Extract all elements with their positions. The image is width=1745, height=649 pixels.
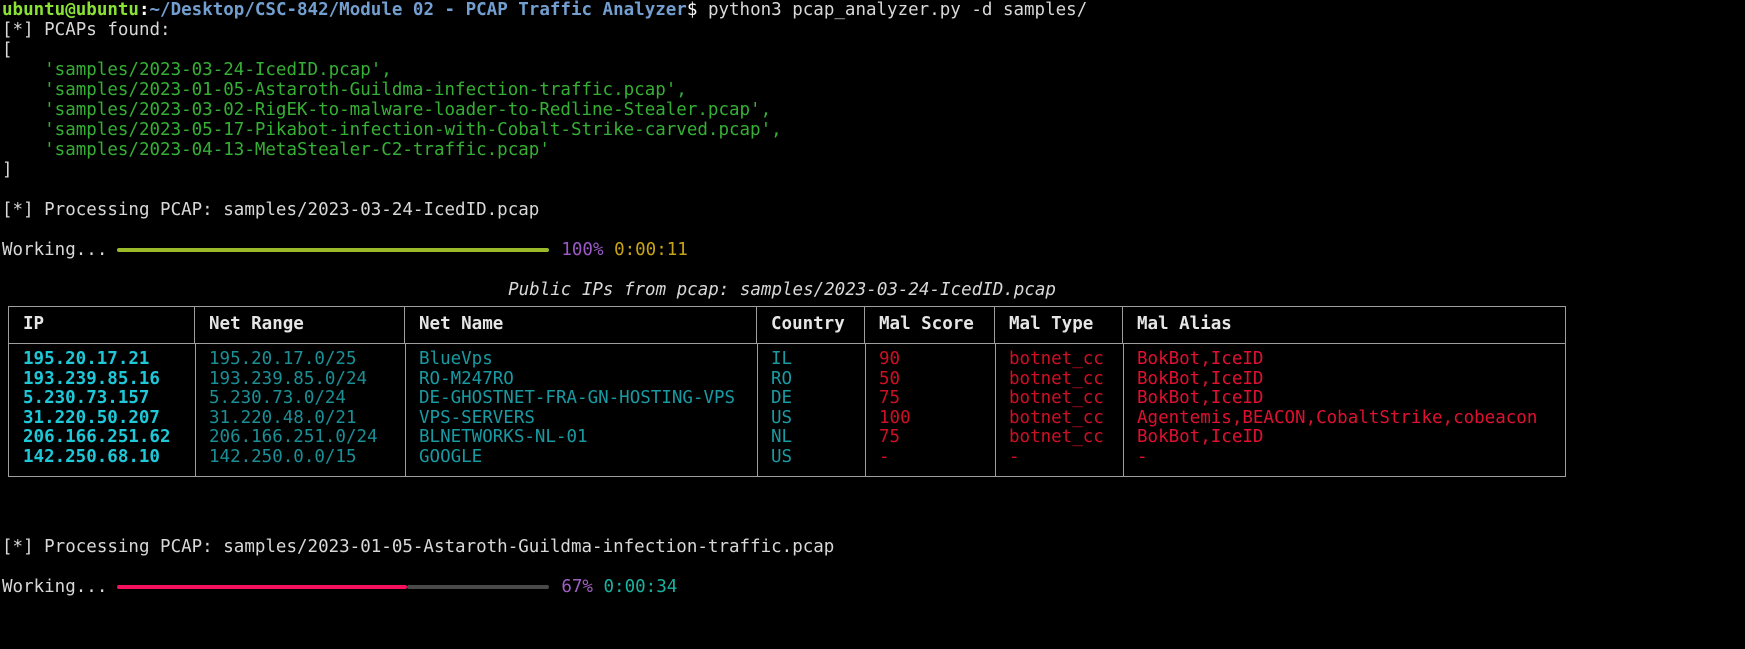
cell-ip: 193.239.85.16 bbox=[23, 369, 160, 389]
cell-mal-type: botnet_cc bbox=[1009, 428, 1104, 448]
cell-mal-type: botnet_cc bbox=[1009, 369, 1104, 389]
table-row: 5.230.73.157 5.230.73.0/24 DE-GHOSTNET-FRA… bbox=[9, 389, 1565, 409]
cell-ip: 5.230.73.157 bbox=[23, 389, 150, 409]
pcap-file-item: 'samples/2023-03-24-IcedID.pcap', bbox=[2, 60, 392, 80]
progress-bar-1 bbox=[117, 240, 550, 260]
cell-country: US bbox=[771, 447, 793, 467]
list-close-bracket: ] bbox=[2, 160, 13, 180]
pcap-file-item: 'samples/2023-01-05-Astaroth-Guildma-inf… bbox=[2, 80, 687, 100]
column-header-net-name: Net Name bbox=[405, 307, 757, 343]
progress-label-1: Working... bbox=[2, 240, 108, 260]
cell-mal-score: 100 bbox=[879, 408, 911, 428]
cell-mal-score: 50 bbox=[879, 369, 901, 389]
cell-net-range: 195.20.17.0/25 bbox=[209, 350, 357, 369]
cell-mal-alias: - bbox=[1137, 447, 1148, 467]
progress-row-2: Working... 67% 0:00:34 bbox=[2, 577, 1745, 597]
cell-country: DE bbox=[771, 389, 793, 409]
cell-net-name: GOOGLE bbox=[419, 447, 483, 467]
pcap-file-item: 'samples/2023-03-02-RigEK-to-malware-loa… bbox=[2, 100, 772, 120]
cell-net-name: DE-GHOSTNET-FRA-GN-HOSTING-VPS bbox=[419, 389, 736, 409]
cell-net-range: 193.239.85.0/24 bbox=[209, 369, 368, 389]
prompt-user-host: ubuntu@ubuntu bbox=[2, 0, 139, 20]
cell-mal-alias: BokBot,IceID bbox=[1137, 350, 1264, 369]
progress-elapsed-2: 0:00:34 bbox=[603, 576, 678, 597]
table-header-row: IP Net Range Net Name Country Mal Score … bbox=[9, 307, 1565, 344]
column-header-ip: IP bbox=[9, 307, 195, 343]
list-open-bracket: [ bbox=[2, 40, 13, 60]
table-column-divider bbox=[1123, 344, 1124, 476]
progress-row-1: Working... 100% 0:00:11 bbox=[2, 240, 1745, 260]
table-body: 195.20.17.21 195.20.17.0/25 BlueVps IL 90 bot… bbox=[9, 344, 1565, 476]
table-column-divider bbox=[405, 344, 406, 476]
table-column-divider bbox=[995, 344, 996, 476]
table-row: 195.20.17.21 195.20.17.0/25 BlueVps IL 90 bot… bbox=[9, 350, 1565, 370]
pcap-file-item: 'samples/2023-05-17-Pikabot-infection-wi… bbox=[2, 120, 782, 140]
cell-mal-alias: BokBot,IceID bbox=[1137, 428, 1264, 448]
cell-net-name: RO-M247RO bbox=[419, 369, 514, 389]
cell-mal-score: 90 bbox=[879, 350, 901, 369]
cell-ip: 31.220.50.207 bbox=[23, 408, 160, 428]
cell-ip: 206.166.251.62 bbox=[23, 428, 171, 448]
pcaps-found-header: [*] PCAPs found: bbox=[2, 20, 171, 40]
terminal-window[interactable]: ubuntu@ubuntu:~/Desktop/CSC-842/Module 0… bbox=[0, 0, 1745, 597]
cell-country: US bbox=[771, 408, 793, 428]
column-header-country: Country bbox=[757, 307, 865, 343]
column-header-net-range: Net Range bbox=[195, 307, 405, 343]
cell-ip: 142.250.68.10 bbox=[23, 447, 160, 467]
prompt-dollar-sign: $ bbox=[686, 0, 698, 20]
cell-net-range: 31.220.48.0/21 bbox=[209, 408, 357, 428]
cell-net-range: 206.166.251.0/24 bbox=[209, 428, 378, 448]
cell-country: NL bbox=[771, 428, 793, 448]
progress-bar-2 bbox=[117, 577, 550, 597]
progress-percent-1: 100% bbox=[561, 240, 604, 260]
cell-mal-type: botnet_cc bbox=[1009, 389, 1104, 409]
table-row: 142.250.68.10 142.250.0.0/15 GOOGLE US - - - bbox=[9, 448, 1565, 468]
column-header-mal-score: Mal Score bbox=[865, 307, 995, 343]
processing-pcap-line-1: [*] Processing PCAP: samples/2023-03-24-… bbox=[2, 200, 540, 220]
cell-mal-alias: BokBot,IceID bbox=[1137, 389, 1264, 409]
cell-net-name: BlueVps bbox=[419, 350, 493, 369]
cell-mal-score: - bbox=[879, 447, 890, 467]
progress-percent-2: 67% bbox=[561, 576, 593, 597]
table-column-divider bbox=[757, 344, 758, 476]
cell-mal-type: - bbox=[1009, 447, 1020, 467]
public-ips-table: IP Net Range Net Name Country Mal Score … bbox=[8, 306, 1566, 477]
progress-elapsed-1: 0:00:11 bbox=[614, 240, 688, 260]
prompt-command: python3 pcap_analyzer.py -d samples/ bbox=[697, 0, 1088, 20]
table-column-divider bbox=[195, 344, 196, 476]
column-header-mal-type: Mal Type bbox=[995, 307, 1123, 343]
column-header-mal-alias: Mal Alias bbox=[1137, 314, 1232, 334]
table-title: Public IPs from pcap: samples/2023-03-24… bbox=[508, 280, 1056, 300]
progress-label-2: Working... bbox=[2, 576, 108, 597]
cell-mal-score: 75 bbox=[879, 389, 901, 409]
pcap-file-item: 'samples/2023-04-13-MetaStealer-C2-traff… bbox=[2, 140, 550, 160]
cell-net-range: 142.250.0.0/15 bbox=[209, 447, 357, 467]
table-row: 206.166.251.62 206.166.251.0/24 BLNETWORKS… bbox=[9, 428, 1565, 448]
cell-net-name: BLNETWORKS-NL-01 bbox=[419, 428, 588, 448]
cell-mal-type: botnet_cc bbox=[1009, 408, 1104, 428]
table-column-divider bbox=[865, 344, 866, 476]
prompt-separator: : bbox=[138, 0, 150, 20]
table-row: 193.239.85.16 193.239.85.0/24 RO-M247RO RO 5… bbox=[9, 370, 1565, 390]
processing-pcap-line-2: [*] Processing PCAP: samples/2023-01-05-… bbox=[2, 536, 835, 557]
cell-mal-alias: BokBot,IceID bbox=[1137, 369, 1264, 389]
table-row: 31.220.50.207 31.220.48.0/21 VPS-SERVERS US… bbox=[9, 409, 1565, 429]
cell-ip: 195.20.17.21 bbox=[23, 350, 150, 369]
cell-country: RO bbox=[771, 369, 793, 389]
cell-mal-score: 75 bbox=[879, 428, 901, 448]
cell-mal-type: botnet_cc bbox=[1009, 350, 1104, 369]
cell-net-range: 5.230.73.0/24 bbox=[209, 389, 346, 409]
cell-mal-alias: Agentemis,BEACON,CobaltStrike,cobeacon bbox=[1137, 408, 1538, 428]
cell-country: IL bbox=[771, 350, 793, 369]
shell-prompt-line: ubuntu@ubuntu:~/Desktop/CSC-842/Module 0… bbox=[2, 0, 1745, 20]
prompt-working-directory: ~/Desktop/CSC-842/Module 02 - PCAP Traff… bbox=[149, 0, 687, 20]
cell-net-name: VPS-SERVERS bbox=[419, 408, 535, 428]
